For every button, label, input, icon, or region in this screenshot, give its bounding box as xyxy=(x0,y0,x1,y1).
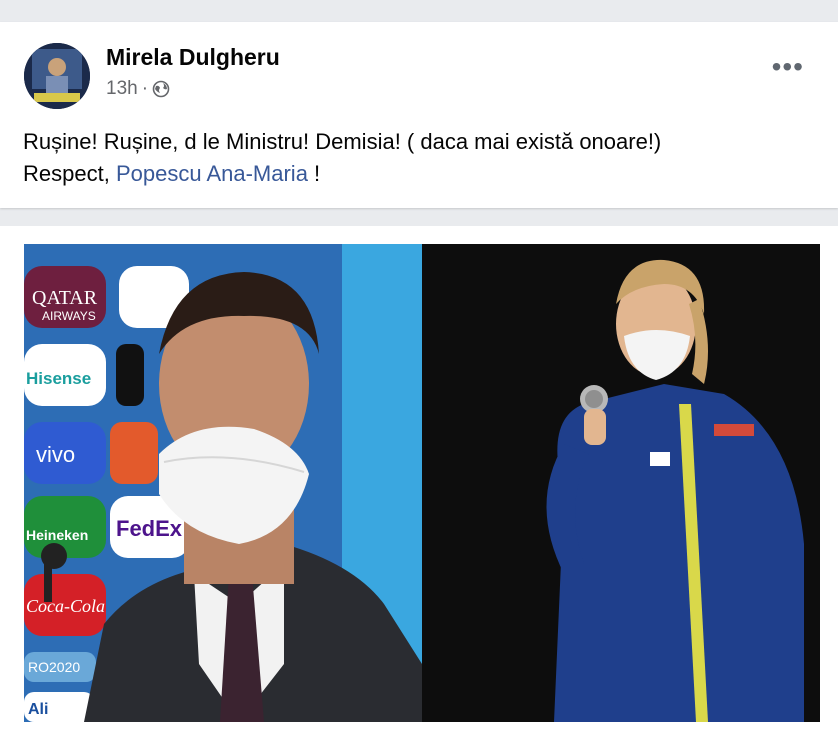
post-text-line-1: Rușine! Rușine, d le Ministru! Demisia! … xyxy=(23,129,662,154)
post-photo[interactable]: QATAR AIRWAYS Hisense vivo FedEx Heineke… xyxy=(24,244,820,722)
more-options-button[interactable]: ••• xyxy=(772,53,804,81)
photo-frame: QATAR AIRWAYS Hisense vivo FedEx Heineke… xyxy=(0,226,838,750)
mention-link[interactable]: Popescu Ana-Maria xyxy=(116,161,308,186)
post-text-suffix: ! xyxy=(307,161,321,186)
author-name[interactable]: Mirela Dulgheru xyxy=(106,44,280,71)
post-time[interactable]: 13h xyxy=(106,78,138,100)
logo-hisense: Hisense xyxy=(26,369,91,388)
logo-heineken: Heineken xyxy=(26,527,88,543)
logo-airways: AIRWAYS xyxy=(42,309,96,323)
logo-ali: Ali xyxy=(28,701,48,718)
post-text: Rușine! Rușine, d le Ministru! Demisia! … xyxy=(23,126,661,190)
logo-qatar: QATAR xyxy=(32,287,98,309)
feed-background xyxy=(0,0,838,22)
globe-icon[interactable] xyxy=(152,80,170,98)
logo-vivo: vivo xyxy=(36,442,75,467)
post-meta: 13h · xyxy=(106,78,170,100)
logo-coca-cola: Coca-Cola xyxy=(26,596,105,616)
meta-separator: · xyxy=(141,78,149,99)
logo-euro2020: RO2020 xyxy=(28,659,80,675)
author-avatar[interactable] xyxy=(24,43,90,109)
logo-fedex: FedEx xyxy=(116,516,183,541)
post-text-prefix: Respect, xyxy=(23,161,116,186)
post-text-line-2: Respect, Popescu Ana-Maria ! xyxy=(23,158,661,190)
post-card: Mirela Dulgheru 13h · ••• Rușine! Rușine… xyxy=(0,22,838,208)
